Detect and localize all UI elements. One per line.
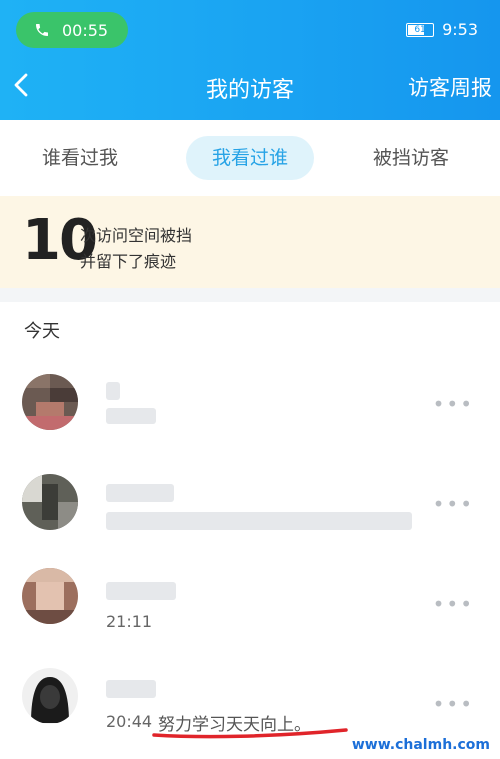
more-options-icon[interactable]: ••• [433,692,474,716]
tab-who-viewed-me[interactable]: 谁看过我 [42,136,118,180]
name-blurred [106,382,120,400]
watermark: www.chalmh.com [351,737,490,753]
top-bar: 00:55 61 9:53 我的访客 访客周报 [0,0,500,120]
name-blurred [106,680,156,698]
avatar [22,568,78,624]
name-blurred [106,582,176,600]
list-item[interactable]: ••• [0,454,500,554]
visit-time: 20:44 [106,712,153,731]
more-options-icon[interactable]: ••• [433,592,474,616]
status-indicators: 61 9:53 [406,20,478,39]
blocked-visits-banner[interactable]: 10 次访问空间被挡 并留下了痕迹 [0,196,500,288]
message-blurred [106,512,412,530]
phone-icon [36,24,48,36]
section-title-today: 今天 [24,321,60,342]
battery-icon: 61 [406,22,435,37]
more-options-icon[interactable]: ••• [433,492,474,516]
avatar [22,668,78,724]
call-duration: 00:55 [62,20,109,40]
list-item[interactable]: 21:11 ••• [0,554,500,654]
tab-who-i-viewed[interactable]: 我看过谁 [186,136,314,180]
name-blurred [106,484,174,502]
banner-line-2: 并留下了痕迹 [80,252,177,271]
avatar [22,474,78,530]
message-blurred [106,408,156,424]
ongoing-call-pill[interactable]: 00:55 [16,12,128,48]
visitor-tabs: 谁看过我 我看过谁 被挡访客 [0,120,500,196]
more-options-icon[interactable]: ••• [433,392,474,416]
weekly-report-link[interactable]: 访客周报 [408,72,492,102]
banner-line-1: 次访问空间被挡 [80,226,193,245]
status-clock: 9:53 [442,20,478,39]
list-item[interactable]: ••• [0,354,500,454]
avatar [22,374,78,430]
section-divider [0,288,500,302]
visit-time: 21:11 [106,612,153,631]
red-underline-annotation [152,728,348,739]
tab-blocked-visitors[interactable]: 被挡访客 [373,136,449,180]
battery-level: 61 [414,24,426,35]
